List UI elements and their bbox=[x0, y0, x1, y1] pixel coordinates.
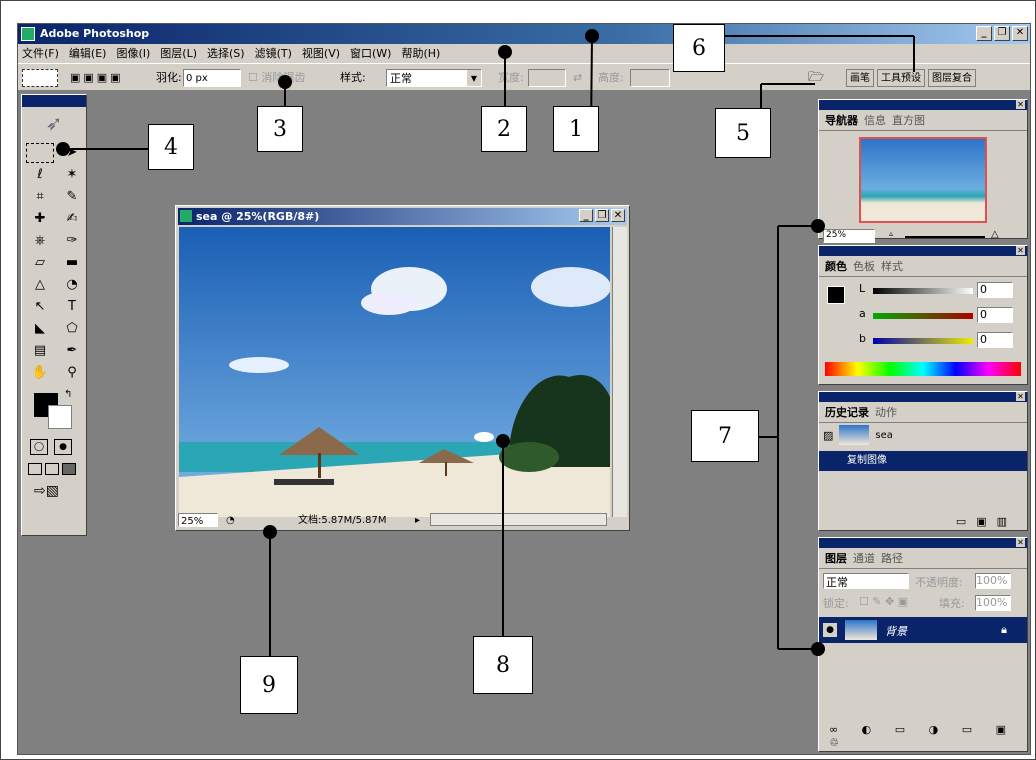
callout-8: 8 bbox=[473, 636, 533, 694]
callout-2: 2 bbox=[481, 106, 527, 152]
photoshop-window: Adobe Photoshop _ ❐ ✕ 文件(F) 编辑(E) 图像(I) … bbox=[17, 23, 1031, 755]
figure-frame: Adobe Photoshop _ ❐ ✕ 文件(F) 编辑(E) 图像(I) … bbox=[0, 0, 1036, 760]
callout-3: 3 bbox=[257, 106, 303, 152]
callout-7: 7 bbox=[691, 410, 759, 462]
callout-1: 1 bbox=[553, 106, 599, 152]
callout-9: 9 bbox=[240, 656, 298, 714]
callout-5: 5 bbox=[715, 108, 771, 158]
callout-4: 4 bbox=[148, 124, 194, 170]
callout-6: 6 bbox=[673, 24, 725, 72]
